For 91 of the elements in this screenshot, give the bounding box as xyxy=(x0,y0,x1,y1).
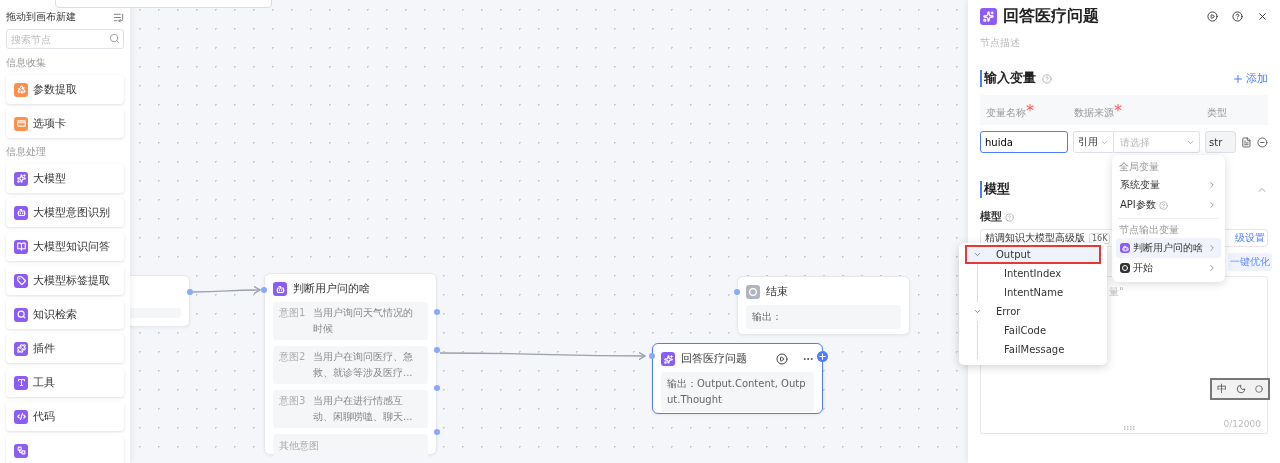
section-title: 模型 xyxy=(980,181,1010,198)
node-item[interactable]: 工具 xyxy=(6,368,124,397)
port-dot[interactable] xyxy=(434,385,440,391)
port-dot[interactable] xyxy=(434,347,440,353)
tree-item[interactable]: FailMessage xyxy=(978,340,1101,359)
help-icon[interactable] xyxy=(1232,11,1243,22)
type-field: str xyxy=(1205,131,1237,153)
intent-text: 当用户在进行情感互动、闲聊唠嗑、聊天... xyxy=(313,394,414,424)
close-icon[interactable] xyxy=(1257,11,1268,22)
port-dot[interactable] xyxy=(261,287,267,293)
run-icon[interactable] xyxy=(1207,11,1218,22)
section-title: 输入变量 xyxy=(980,70,1036,87)
node-item[interactable]: 大模型 xyxy=(6,164,124,193)
node-item[interactable]: 代码 xyxy=(6,402,124,431)
robot-icon xyxy=(1120,243,1130,253)
character-counter: 0/12000 xyxy=(1223,419,1261,429)
tree-item[interactable]: FailCode xyxy=(978,321,1101,340)
menu-item[interactable]: 开始 xyxy=(1116,258,1221,278)
moon-icon xyxy=(1236,384,1246,394)
plus-icon[interactable] xyxy=(1232,72,1244,85)
required-mark: * xyxy=(1114,100,1122,120)
run-icon[interactable] xyxy=(776,353,788,365)
node-output: 输出：Output.Content, Output.Thought xyxy=(661,372,814,412)
input-method-bar[interactable]: 中 xyxy=(1210,378,1270,400)
connector-line xyxy=(192,285,261,295)
intent-text: 当用户询问天气情况的时候 xyxy=(313,306,414,336)
robot-icon xyxy=(273,282,287,296)
reference-select[interactable]: 请选择 xyxy=(1114,131,1200,153)
expand-icon[interactable] xyxy=(973,307,982,316)
node-item[interactable]: 大模型知识问答 xyxy=(6,232,124,261)
port-dot[interactable] xyxy=(434,309,440,315)
source-select[interactable]: 引用 xyxy=(1073,131,1114,153)
workflow-node[interactable]: 结束 输出： xyxy=(737,276,910,335)
variable-name-field[interactable]: huida xyxy=(980,131,1068,153)
menu-item[interactable]: API参数 xyxy=(1116,195,1221,215)
input-mode: 中 xyxy=(1216,382,1227,396)
port-dot[interactable] xyxy=(434,429,440,435)
menu-item[interactable]: 系统变量 xyxy=(1116,175,1221,195)
remove-icon[interactable] xyxy=(1257,136,1268,148)
column-header: 类型 xyxy=(1207,106,1227,118)
tree-item[interactable]: Output xyxy=(965,245,1101,264)
node-title: 结束 xyxy=(766,285,789,299)
model-name: 精调知识大模型高级版 xyxy=(985,231,1085,245)
search-field[interactable]: 搜索节点 xyxy=(6,29,124,49)
tree-item[interactable]: IntentName xyxy=(978,283,1101,302)
port-dot[interactable] xyxy=(187,289,193,295)
intent-label: 意图2 xyxy=(279,350,307,364)
menu-item[interactable]: 判断用户问的啥 xyxy=(1116,238,1221,258)
node-item[interactable]: 参数提取 xyxy=(6,75,124,104)
port-dot[interactable] xyxy=(734,289,740,295)
node-item[interactable]: 选项卡 xyxy=(6,109,124,138)
node-title: 回答医疗问题 xyxy=(681,352,748,366)
intent-text: 当用户在询问医疗、急救、就诊等涉及医疗... xyxy=(313,350,414,380)
node-item[interactable]: 大模型意图识别 xyxy=(6,198,124,227)
group-title: 信息收集 xyxy=(6,56,47,70)
stop-icon xyxy=(746,285,760,299)
panel-title: 回答医疗问题 xyxy=(1003,6,1100,27)
intent-label: 意图1 xyxy=(279,306,307,320)
add-link[interactable]: 添加 xyxy=(1246,71,1268,86)
chevron-down-icon xyxy=(1186,138,1195,147)
node-item[interactable]: 大模型标签提取 xyxy=(6,266,124,295)
search-icon[interactable] xyxy=(109,33,120,44)
start-icon xyxy=(1120,263,1130,273)
node-title: 判断用户问的啥 xyxy=(293,282,371,296)
sidebar-title: 拖动到画布新建 xyxy=(6,10,76,24)
collapse-icon[interactable] xyxy=(113,11,124,23)
document-icon[interactable] xyxy=(1241,136,1253,148)
menu-group-title: 节点输出变量 xyxy=(1118,223,1180,237)
sparkle-icon xyxy=(980,8,997,25)
menu-group-title: 全局变量 xyxy=(1118,160,1160,174)
required-mark: * xyxy=(1026,100,1034,120)
node-item[interactable]: 插件 xyxy=(6,334,124,363)
settings-link[interactable]: 级设置 xyxy=(1235,231,1265,245)
expand-icon[interactable] xyxy=(973,250,982,259)
column-header: 变量名称 xyxy=(986,106,1026,118)
sparkle-icon xyxy=(661,352,675,366)
workflow-node[interactable]: 判断用户问的啥 意图1 当用户询问天气情况的时候 意图2 当用户在询问医疗、急救、就诊等涉及医疗... 意图3 当用户在进行情感互动、闲聊唠嗑、聊天... 其他意图 xyxy=(264,273,437,455)
prompt-placeholder: 量" xyxy=(1109,285,1125,299)
group-title: 信息处理 xyxy=(6,145,47,159)
punctuation-icon xyxy=(1255,385,1264,393)
column-header: 数据来源 xyxy=(1074,106,1114,118)
node-item[interactable]: 知识检索 xyxy=(6,300,124,329)
intent-label: 意图3 xyxy=(279,394,307,408)
node-item[interactable] xyxy=(6,436,124,463)
workflow-node[interactable]: 回答医疗问题 输出：Output.Content, Output.Thought xyxy=(652,343,823,414)
other-intent: 其他意图 xyxy=(273,434,428,458)
node-output: 输出： xyxy=(746,305,901,329)
add-icon[interactable] xyxy=(817,351,828,362)
field-label: 模型 xyxy=(980,210,1002,224)
resize-handle-icon[interactable] xyxy=(1124,426,1136,430)
port-dot[interactable] xyxy=(649,353,655,359)
